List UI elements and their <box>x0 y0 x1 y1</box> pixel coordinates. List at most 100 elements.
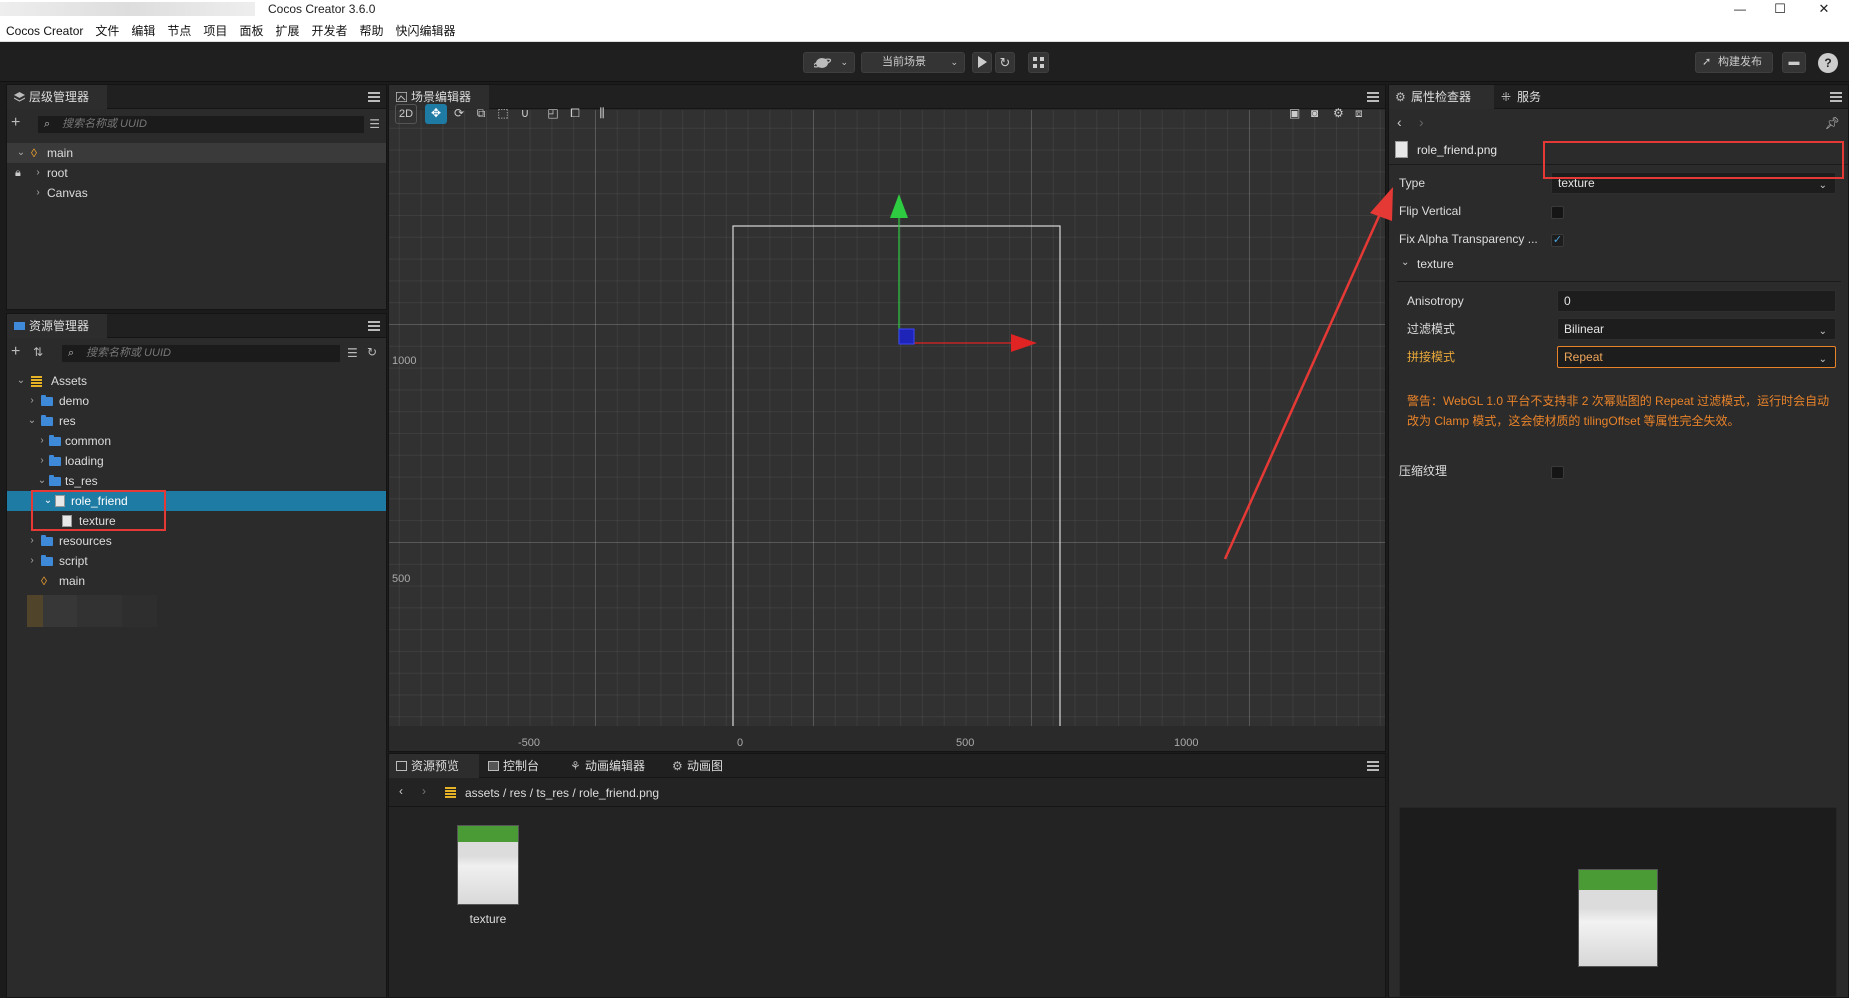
menu-item-extension[interactable]: 扩展 <box>269 20 305 42</box>
x-tick-label: 1000 <box>1174 737 1199 749</box>
chevron-right-icon: › <box>36 167 40 178</box>
hierarchy-search-input[interactable]: ⌕ 搜索名称或 UUID <box>37 115 365 134</box>
sort-icon[interactable]: ⇅ <box>33 345 43 359</box>
title-bar: Cocos Creator 3.6.0 — ☐ ✕ <box>0 0 1849 20</box>
menu-item-panel[interactable]: 面板 <box>233 20 269 42</box>
add-asset-icon[interactable]: + <box>11 343 20 361</box>
asset-item-demo[interactable]: › demo <box>7 391 386 411</box>
menu-item-app[interactable]: Cocos Creator <box>0 20 89 42</box>
scene-header: 场景编辑器 <box>389 85 1385 109</box>
x-arrow-icon[interactable] <box>1011 334 1037 352</box>
panel-menu-icon[interactable] <box>1367 92 1379 102</box>
collapse-tree-icon[interactable]: ☰ <box>369 117 380 131</box>
fix-alpha-checkbox[interactable]: ✓ <box>1551 234 1564 247</box>
minimize-button[interactable]: — <box>1725 0 1755 20</box>
tab-inspector[interactable]: ⚙ 属性检查器 <box>1389 85 1494 109</box>
folder-icon <box>41 555 53 566</box>
menu-item-project[interactable]: 项目 <box>197 20 233 42</box>
menu-item-edit[interactable]: 编辑 <box>125 20 161 42</box>
tab-animation-editor[interactable]: ⚘ 动画编辑器 <box>563 754 663 778</box>
image-icon <box>396 761 407 771</box>
compress-texture-checkbox[interactable] <box>1551 466 1564 479</box>
menu-item-quickflash[interactable]: 快闪编辑器 <box>390 20 462 42</box>
inspector-panel: ⚙ 属性检查器 ⁜ 服务 ‹ › 📌︎ role_friend.png Type… <box>1388 84 1849 998</box>
asset-item-ts-res[interactable]: ⌄ ts_res <box>7 471 386 491</box>
asset-item-resources[interactable]: › resources <box>7 531 386 551</box>
panel-menu-icon[interactable] <box>368 321 380 331</box>
assets-header: 资源管理器 <box>7 314 386 338</box>
chevron-down-icon: ⌄ <box>37 475 47 486</box>
open-folder-button[interactable]: ▬ <box>1782 52 1806 73</box>
tree-node-canvas[interactable]: › Canvas <box>7 183 386 203</box>
menu-item-file[interactable]: 文件 <box>89 20 125 42</box>
layers-icon <box>14 92 25 102</box>
panel-menu-icon[interactable] <box>368 92 380 102</box>
texture-thumbnail-label: texture <box>469 912 507 926</box>
asset-item-script[interactable]: › script <box>7 551 386 571</box>
tab-assets[interactable]: 资源管理器 <box>7 314 107 338</box>
panel-menu-icon[interactable] <box>1830 92 1842 102</box>
back-arrow-icon[interactable]: ‹ <box>1397 114 1402 130</box>
chevron-right-icon: › <box>36 187 40 198</box>
forward-arrow-icon[interactable]: › <box>1419 114 1424 130</box>
tab-hierarchy[interactable]: 层级管理器 <box>7 85 107 109</box>
qrcode-button[interactable] <box>1028 52 1049 73</box>
y-tick-label: 500 <box>392 573 411 585</box>
search-icon: ⌕ <box>68 347 75 359</box>
tab-asset-preview[interactable]: 资源预览 <box>389 754 479 778</box>
menu-item-help[interactable]: 帮助 <box>353 20 389 42</box>
folder-icon <box>41 415 53 426</box>
chevron-down-icon: ⌄ <box>840 57 848 67</box>
bottom-panel: 资源预览 控制台 ⚘ 动画编辑器 ⚙ 动画图 ‹ › assets / res … <box>388 753 1386 998</box>
qrcode-icon <box>1033 57 1044 68</box>
database-icon <box>31 376 42 387</box>
asset-item-main-scene[interactable]: ◊ main <box>7 571 386 591</box>
pin-icon[interactable]: 📌︎ <box>1825 116 1840 130</box>
filter-mode-select[interactable]: Bilinear ⌄ <box>1557 318 1836 340</box>
add-node-icon[interactable]: + <box>11 114 20 132</box>
annotation-box-assets <box>31 490 166 531</box>
asset-item-res[interactable]: ⌄ res <box>7 411 386 431</box>
tab-services[interactable]: ⁜ 服务 <box>1495 85 1555 109</box>
texture-section-title[interactable]: texture <box>1417 257 1454 271</box>
panel-menu-icon[interactable] <box>1367 761 1379 771</box>
x-tick-label: 500 <box>956 737 975 749</box>
assets-search-input[interactable]: ⌕ 搜索名称或 UUID <box>61 344 341 363</box>
forward-arrow-icon[interactable]: › <box>422 784 426 798</box>
menu-item-node[interactable]: 节点 <box>161 20 197 42</box>
chevron-down-icon: ⌄ <box>1818 326 1827 337</box>
help-icon[interactable]: ? <box>1818 53 1838 73</box>
annotation-arrow <box>1223 187 1393 560</box>
y-tick-label: 1000 <box>392 355 417 367</box>
tab-animation-graph[interactable]: ⚙ 动画图 <box>665 754 745 778</box>
back-arrow-icon[interactable]: ‹ <box>399 784 403 798</box>
y-arrow-icon[interactable] <box>890 194 908 218</box>
wrap-mode-select[interactable]: Repeat ⌄ <box>1557 346 1836 368</box>
build-publish-button[interactable]: ➚ 构建发布 <box>1695 52 1773 73</box>
scene-select[interactable]: 当前场景 ⌄ <box>861 52 965 73</box>
flip-vertical-checkbox[interactable] <box>1551 206 1564 219</box>
refresh-button[interactable]: ↻ <box>995 52 1015 73</box>
texture-preview-area <box>1399 807 1837 997</box>
list-view-icon[interactable]: ☰ <box>347 346 358 360</box>
folder-icon <box>41 395 53 406</box>
chevron-right-icon: › <box>30 535 34 546</box>
tree-node-root[interactable]: 🔒︎ › root <box>7 163 386 183</box>
tree-node-main[interactable]: ⌄ ◊ main <box>7 143 386 163</box>
anisotropy-input[interactable]: 0 <box>1557 290 1836 312</box>
maximize-button[interactable]: ☐ <box>1765 0 1795 20</box>
tab-console[interactable]: 控制台 <box>481 754 561 778</box>
xy-plane-handle[interactable] <box>898 328 915 345</box>
close-button[interactable]: ✕ <box>1809 0 1839 20</box>
texture-thumbnail[interactable] <box>457 825 519 905</box>
asset-item-loading[interactable]: › loading <box>7 451 386 471</box>
asset-item-assets[interactable]: ⌄ Assets <box>7 371 386 391</box>
chevron-down-icon: ⌄ <box>27 415 37 426</box>
asset-item-common[interactable]: › common <box>7 431 386 451</box>
bottom-header: 资源预览 控制台 ⚘ 动画编辑器 ⚙ 动画图 <box>389 754 1385 778</box>
play-button[interactable] <box>972 52 992 73</box>
platform-select[interactable]: ⌄ <box>803 52 855 73</box>
refresh-icon[interactable]: ↻ <box>367 345 377 359</box>
texture-preview-image <box>1578 869 1658 967</box>
menu-item-developer[interactable]: 开发者 <box>305 20 353 42</box>
